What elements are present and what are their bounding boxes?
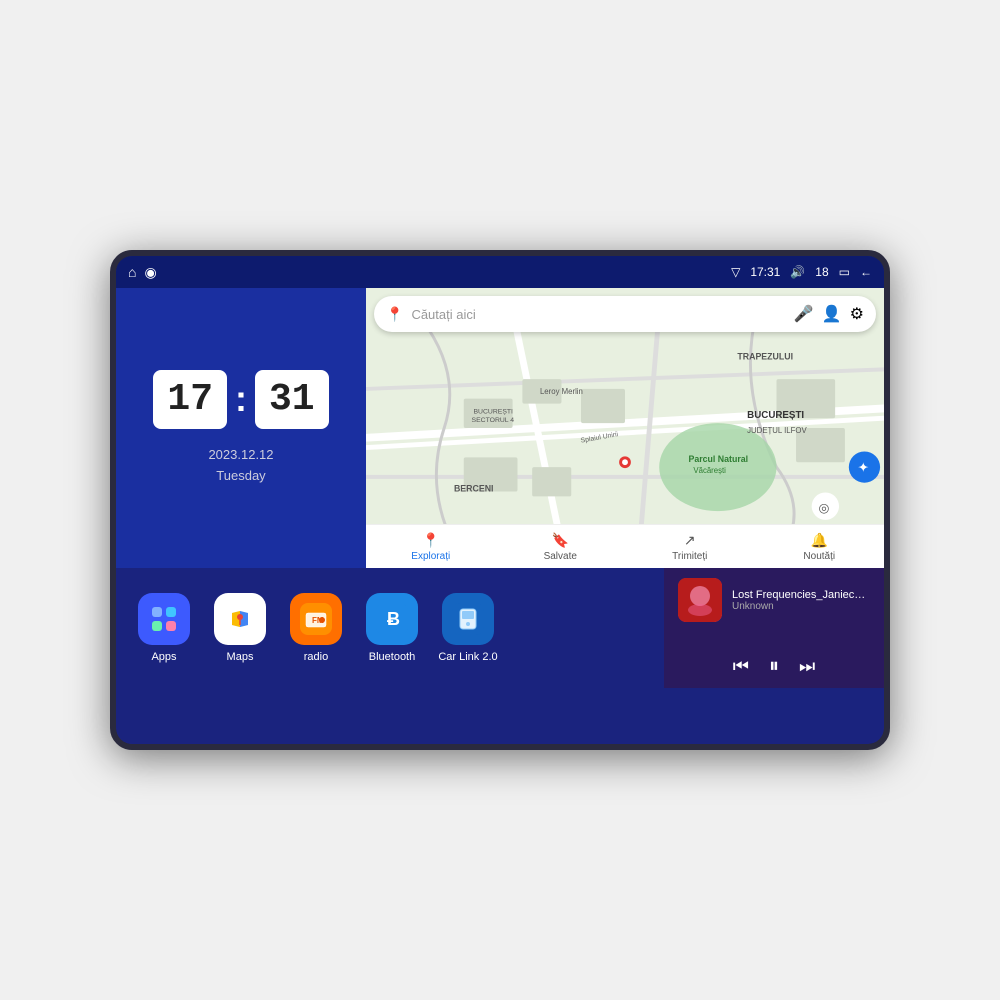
saved-icon: 🔖 bbox=[552, 532, 569, 549]
prev-button[interactable]: ⏮ bbox=[733, 656, 749, 677]
home-icon[interactable]: ⌂ bbox=[128, 264, 136, 280]
apps-panel: Apps bbox=[116, 568, 664, 688]
send-icon: ↗ bbox=[684, 532, 696, 549]
maps-label: Maps bbox=[227, 651, 254, 663]
maps-icon bbox=[214, 593, 266, 645]
status-bar-left: ⌂ ◉ bbox=[128, 264, 157, 281]
top-section: 17 : 31 2023.12.12 Tuesday bbox=[116, 288, 884, 568]
clock-hours: 17 bbox=[153, 370, 227, 429]
carlink-label: Car Link 2.0 bbox=[438, 651, 497, 663]
back-button[interactable]: ← bbox=[860, 265, 872, 279]
explore-icon: 📍 bbox=[422, 532, 439, 549]
music-title: Lost Frequencies_Janieck Devy-... bbox=[732, 589, 870, 601]
main-content: 17 : 31 2023.12.12 Tuesday bbox=[116, 288, 884, 744]
radio-label: radio bbox=[304, 651, 328, 663]
car-head-unit: ⌂ ◉ ▽ 17:31 🔊 18 ▭ ← 17 : 3 bbox=[110, 250, 890, 750]
map-nav-news[interactable]: 🔔 Noutăți bbox=[755, 532, 885, 562]
status-bar: ⌂ ◉ ▽ 17:31 🔊 18 ▭ ← bbox=[116, 256, 884, 288]
svg-text:TRAPEZULUI: TRAPEZULUI bbox=[737, 352, 793, 362]
location-icon[interactable]: ◉ bbox=[144, 264, 156, 281]
status-bar-right: ▽ 17:31 🔊 18 ▭ ← bbox=[731, 265, 872, 279]
bluetooth-icon: Ƀ bbox=[366, 593, 418, 645]
map-search-bar[interactable]: 📍 Căutați aici 🎤 👤 ⚙ bbox=[374, 296, 876, 332]
map-pin-icon: 📍 bbox=[386, 306, 403, 323]
svg-text:Văcărești: Văcărești bbox=[693, 466, 726, 475]
map-nav-saved[interactable]: 🔖 Salvate bbox=[496, 532, 626, 562]
svg-text:BUCUREȘTI: BUCUREȘTI bbox=[474, 408, 514, 415]
music-panel: Lost Frequencies_Janieck Devy-... Unknow… bbox=[664, 568, 884, 688]
saved-label: Salvate bbox=[544, 551, 577, 562]
svg-text:SECTORUL 4: SECTORUL 4 bbox=[472, 417, 515, 424]
news-icon: 🔔 bbox=[811, 532, 828, 549]
more-icon[interactable]: ⚙ bbox=[850, 304, 864, 324]
music-text: Lost Frequencies_Janieck Devy-... Unknow… bbox=[732, 589, 870, 612]
send-label: Trimiteți bbox=[672, 551, 707, 562]
svg-text:BERCENI: BERCENI bbox=[454, 484, 494, 494]
screen: ⌂ ◉ ▽ 17:31 🔊 18 ▭ ← 17 : 3 bbox=[116, 256, 884, 744]
music-artist: Unknown bbox=[732, 601, 870, 612]
apps-label: Apps bbox=[151, 651, 176, 663]
svg-text:Ƀ: Ƀ bbox=[387, 609, 400, 629]
clock-display: 17 : 31 bbox=[153, 370, 328, 429]
bottom-section: Apps bbox=[116, 568, 884, 688]
map-search-input[interactable]: Căutați aici bbox=[411, 307, 785, 322]
battery-icon: ▭ bbox=[839, 265, 850, 279]
svg-text:Leroy Merlin: Leroy Merlin bbox=[540, 387, 583, 396]
apps-icon bbox=[138, 593, 190, 645]
bluetooth-label: Bluetooth bbox=[369, 651, 415, 663]
explore-label: Explorați bbox=[411, 551, 450, 562]
app-item-maps[interactable]: Maps bbox=[208, 593, 272, 663]
account-icon[interactable]: 👤 bbox=[822, 304, 842, 324]
svg-text:Parcul Natural: Parcul Natural bbox=[689, 454, 749, 464]
carlink-icon bbox=[442, 593, 494, 645]
next-button[interactable]: ⏭ bbox=[799, 656, 815, 677]
news-label: Noutăți bbox=[803, 551, 835, 562]
map-nav-explore[interactable]: 📍 Explorați bbox=[366, 532, 496, 562]
mic-icon[interactable]: 🎤 bbox=[794, 304, 814, 324]
svg-text:BUCUREȘTI: BUCUREȘTI bbox=[747, 410, 804, 421]
app-item-carlink[interactable]: Car Link 2.0 bbox=[436, 593, 500, 663]
time-display: 17:31 bbox=[750, 265, 780, 279]
clock-minutes: 31 bbox=[255, 370, 329, 429]
svg-text:◎: ◎ bbox=[819, 501, 830, 515]
map-nav-send[interactable]: ↗ Trimiteți bbox=[625, 532, 755, 562]
map-search-actions: 🎤 👤 ⚙ bbox=[794, 304, 864, 324]
svg-text:JUDEȚUL ILFOV: JUDEȚUL ILFOV bbox=[747, 426, 807, 435]
volume-icon[interactable]: 🔊 bbox=[790, 265, 805, 279]
gps-icon: ▽ bbox=[731, 265, 740, 279]
music-controls: ⏮ ⏸ ⏭ bbox=[678, 655, 870, 678]
map-bottom-bar: 📍 Explorați 🔖 Salvate ↗ Trimiteți 🔔 bbox=[366, 524, 884, 568]
app-item-radio[interactable]: FM radio bbox=[284, 593, 348, 663]
app-item-bluetooth[interactable]: Ƀ Bluetooth bbox=[360, 593, 424, 663]
map-panel[interactable]: Parcul Natural Văcărești TRAPEZULUI bbox=[366, 288, 884, 568]
clock-date: 2023.12.12 Tuesday bbox=[208, 445, 273, 487]
music-info: Lost Frequencies_Janieck Devy-... Unknow… bbox=[678, 578, 870, 622]
clock-panel: 17 : 31 2023.12.12 Tuesday bbox=[116, 288, 366, 568]
radio-icon: FM bbox=[290, 593, 342, 645]
album-art bbox=[678, 578, 722, 622]
clock-colon: : bbox=[235, 378, 247, 420]
app-item-apps[interactable]: Apps bbox=[132, 593, 196, 663]
signal-strength: 18 bbox=[815, 265, 828, 279]
play-pause-button[interactable]: ⏸ bbox=[769, 655, 779, 678]
svg-text:✦: ✦ bbox=[858, 460, 870, 475]
